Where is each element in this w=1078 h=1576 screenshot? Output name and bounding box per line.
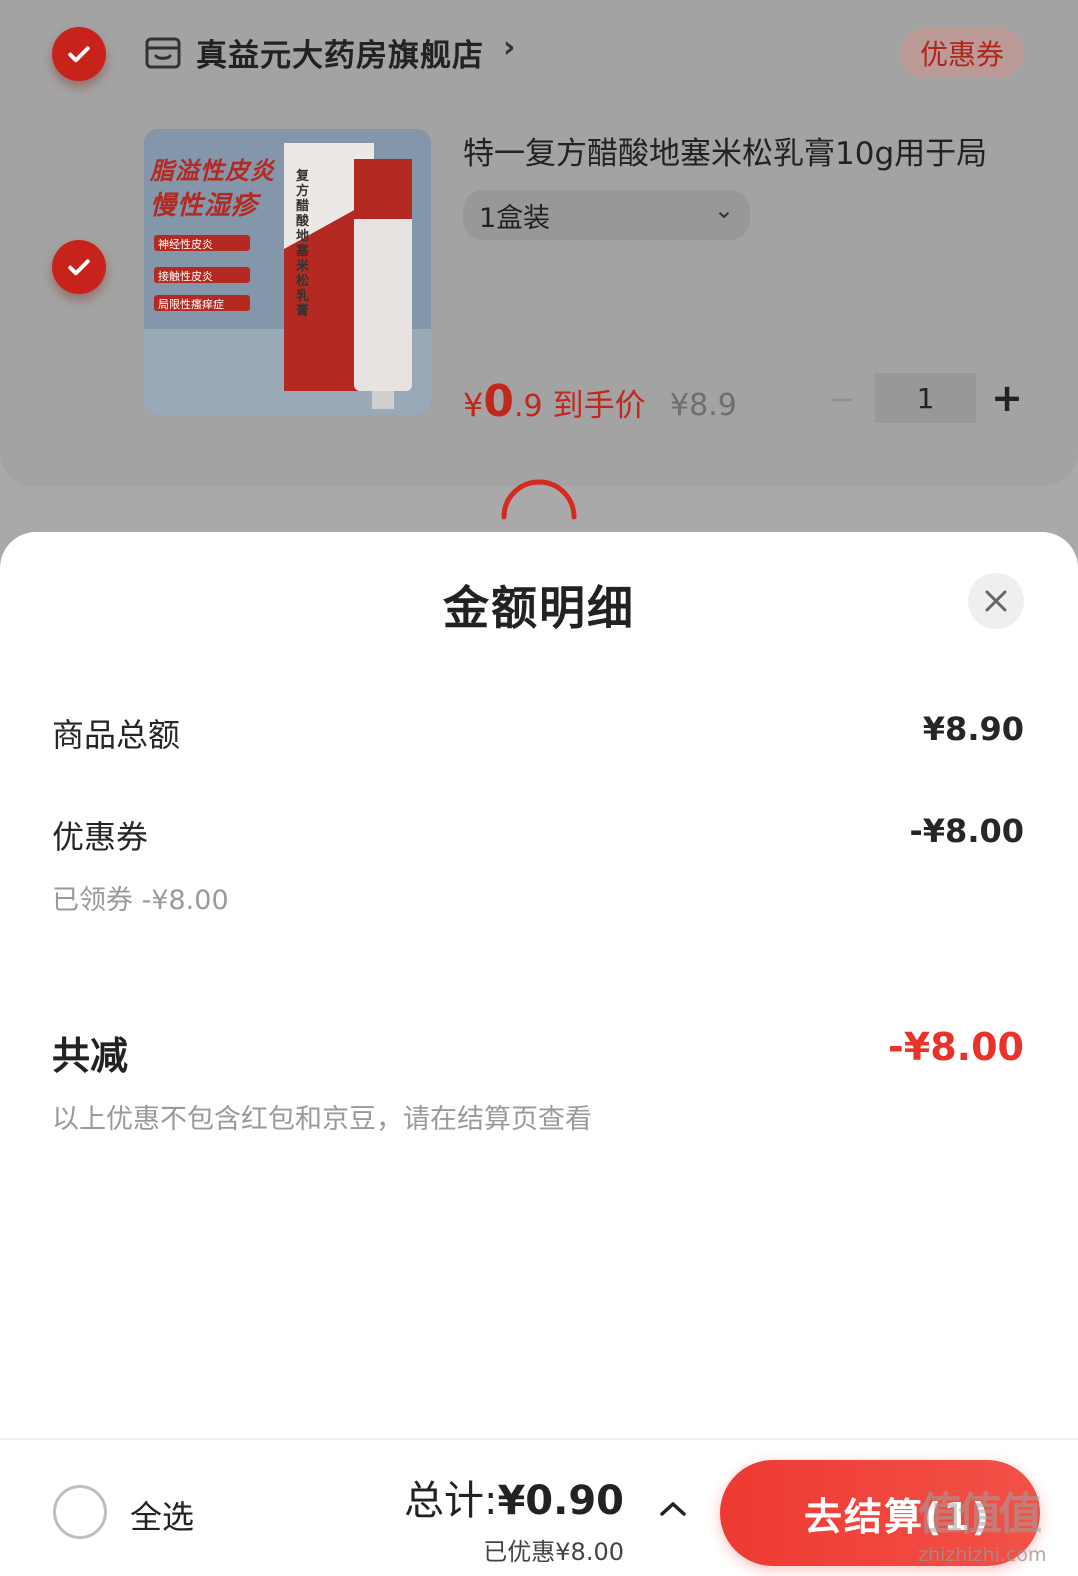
original-price: ¥8.9	[670, 388, 737, 423]
product-select-checkbox[interactable]	[52, 240, 106, 294]
product-image[interactable]: 脂溢性皮炎 慢性湿疹 神经性皮炎 接触性皮炎 局限性瘙痒症 复方醋酸地塞米松乳膏	[144, 129, 431, 415]
final-price: ¥0.9 到手价	[463, 376, 646, 427]
checkout-bar: 全选 总计:¥0.90 已优惠¥8.00 去结算(1)	[0, 1438, 1078, 1576]
image-tag-3: 局限性瘙痒症	[158, 298, 224, 311]
image-headline-2: 慢性湿疹	[150, 191, 259, 221]
spec-value: 1盒装	[479, 202, 551, 234]
total-amount: ¥0.90	[497, 1478, 624, 1524]
spec-select[interactable]: 1盒装 ⌄	[463, 190, 750, 240]
discount-disclaimer: 以上优惠不包含红包和京豆，请在结算页查看	[52, 1104, 592, 1135]
subtotal-value: ¥8.90	[922, 710, 1024, 748]
coupon-value: -¥8.00	[909, 812, 1025, 850]
saved-amount: 已优惠¥8.00	[483, 1538, 624, 1566]
coupon-button[interactable]: 优惠券	[900, 28, 1024, 78]
sheet-title: 金额明细	[443, 581, 635, 635]
price-decimal: .9	[513, 389, 543, 424]
total-summary: 总计:¥0.90	[404, 1468, 624, 1526]
total-discount-label: 共减	[52, 1034, 129, 1078]
chevron-up-icon[interactable]	[656, 1496, 690, 1522]
total-discount-value: -¥8.00	[888, 1025, 1024, 1069]
product-title[interactable]: 特一复方醋酸地塞米松乳膏10g用于局	[463, 128, 987, 173]
close-button[interactable]	[968, 573, 1024, 629]
image-box-name: 复方醋酸地塞米松乳膏	[296, 169, 310, 319]
total-prefix: 总计:	[403, 1478, 498, 1524]
coupon-note: 已领券 -¥8.00	[52, 885, 229, 916]
checkout-button[interactable]: 去结算(1)	[720, 1460, 1040, 1566]
price-integer: 0	[483, 376, 514, 427]
close-icon	[985, 590, 1007, 612]
image-tag-1: 神经性皮炎	[158, 238, 213, 251]
store-select-checkbox[interactable]	[52, 27, 106, 81]
quantity-increase-button[interactable]: +	[990, 376, 1024, 420]
select-all-checkbox[interactable]	[53, 1485, 107, 1539]
image-tag-2: 接触性皮炎	[158, 270, 213, 283]
quantity-decrease-button[interactable]: −	[828, 380, 856, 418]
store-name[interactable]: 真益元大药房旗舰店	[196, 30, 484, 75]
price-label: 到手价	[552, 388, 646, 424]
cart-store-card: 真益元大药房旗舰店 › 优惠券 脂溢性皮炎 慢性湿疹 神经性皮炎 接触性皮炎 局…	[0, 0, 1078, 486]
select-all-label[interactable]: 全选	[130, 1492, 194, 1538]
coupon-label: 优惠券	[52, 818, 149, 856]
amount-detail-sheet: 金额明细 商品总额 ¥8.90 优惠券 -¥8.00 已领券 -¥8.00 共减…	[0, 532, 1078, 1438]
checkmark-icon	[68, 259, 90, 276]
subtotal-label: 商品总额	[52, 716, 181, 754]
chevron-right-icon[interactable]: ›	[503, 30, 515, 65]
price-currency: ¥	[463, 386, 484, 424]
store-icon	[145, 37, 181, 69]
image-headline-1: 脂溢性皮炎	[150, 157, 275, 185]
quantity-input[interactable]: 1	[875, 373, 976, 423]
checkmark-icon	[68, 46, 90, 63]
chevron-down-icon: ⌄	[713, 196, 734, 224]
